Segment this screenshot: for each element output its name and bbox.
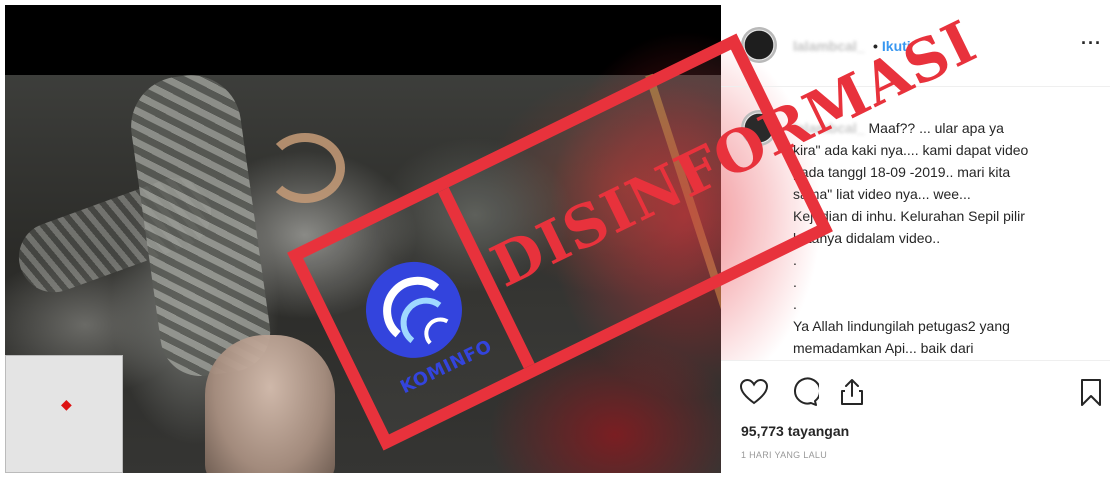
caption-text: lalambcal_ Maaf?? ... ular apa ya kira" …: [793, 117, 1093, 359]
post-username[interactable]: lalambcal_: [793, 38, 865, 54]
bookmark-icon[interactable]: [1076, 377, 1106, 407]
caption-line-7: Ya Allah lindungilah petugas2 yang: [793, 318, 1010, 334]
caption-line-5: Kejadian di inhu. Kelurahan Sepil pilir: [793, 208, 1025, 224]
heart-icon[interactable]: [739, 377, 769, 407]
caption-line-2: kira" ada kaki nya.... kami dapat video: [793, 142, 1029, 158]
more-horizontal-icon[interactable]: ···: [1081, 33, 1102, 54]
caption-dot: .: [793, 252, 797, 268]
post-actions: 95,773 tayangan 1 HARI YANG LALU: [721, 360, 1110, 473]
caption-line-6: katanya didalam video..: [793, 230, 941, 246]
caption-dot: .: [793, 274, 797, 290]
video-hand: [205, 335, 335, 473]
video-reptile-claw: [265, 133, 345, 203]
view-count[interactable]: 95,773 tayangan: [741, 423, 849, 439]
post-timestamp[interactable]: 1 HARI YANG LALU: [741, 450, 827, 460]
caption-line-4: sama" liat video nya... wee...: [793, 186, 971, 202]
caption-text-1: Maaf?? ... ular apa ya: [868, 120, 1004, 136]
share-icon[interactable]: [837, 377, 867, 407]
comment-icon[interactable]: [789, 377, 819, 407]
map-pin-icon: ◆: [61, 396, 72, 412]
caption-dot: .: [793, 296, 797, 312]
caption-line-8: memadamkan Api... baik dari: [793, 340, 974, 356]
video-map-inset: ◆: [5, 355, 123, 473]
caption-line-3: pada tanggl 18-09 -2019.. mari kita: [793, 164, 1011, 180]
